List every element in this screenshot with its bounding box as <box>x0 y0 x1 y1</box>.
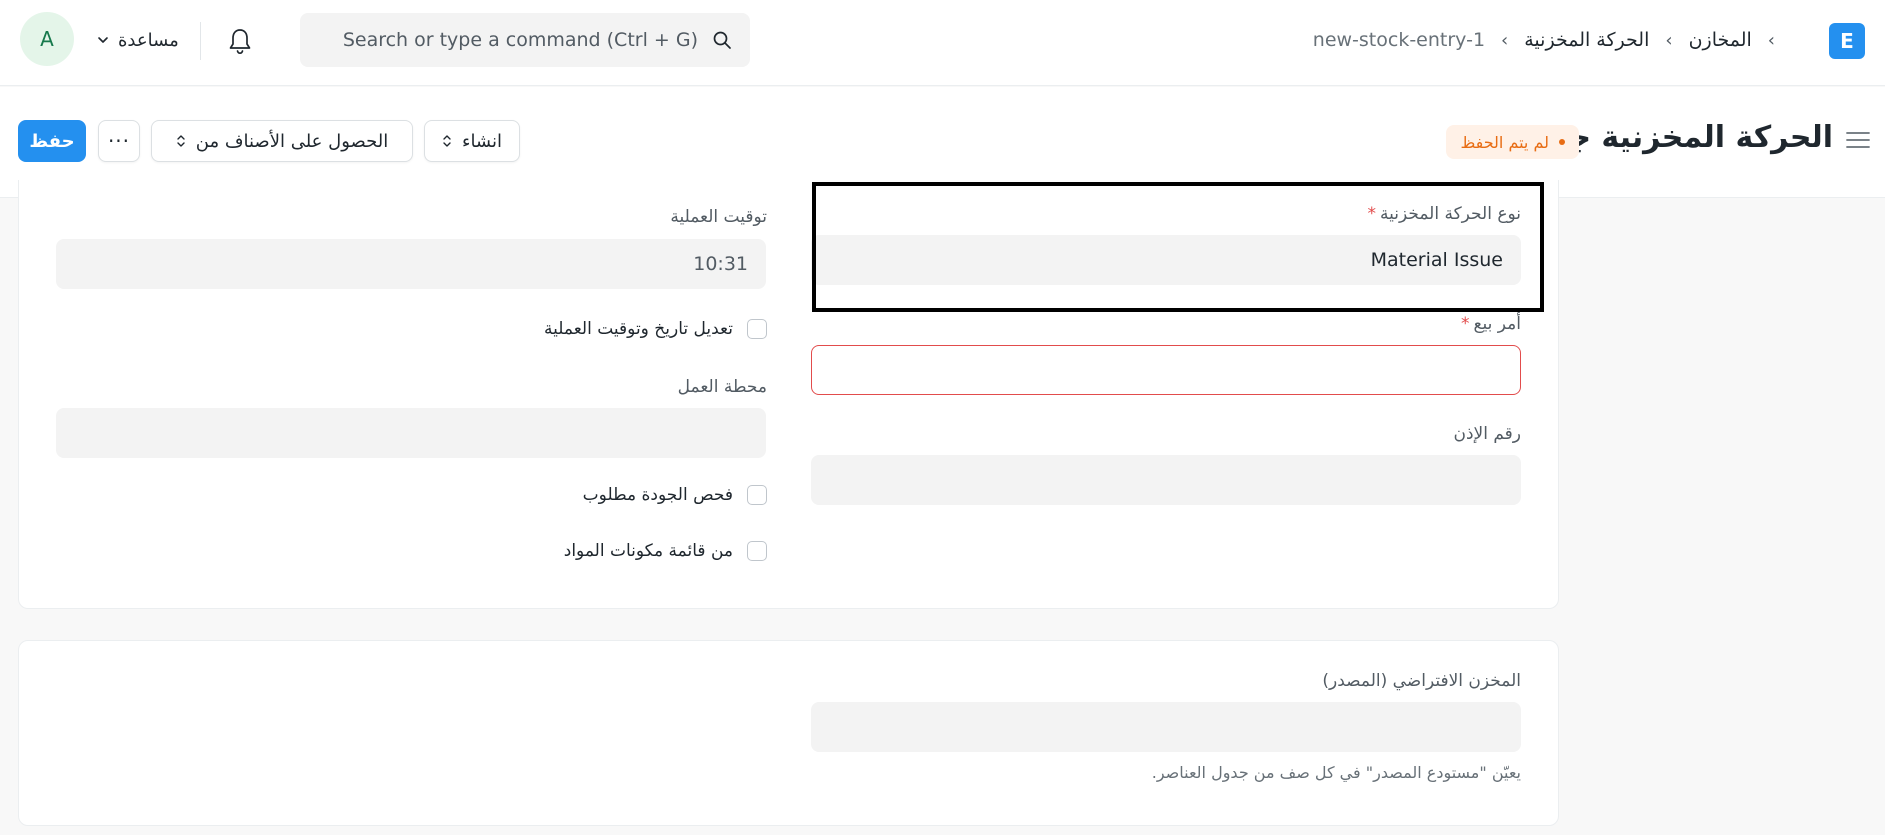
breadcrumb: › المخازن › الحركة المخزنية › new-stock-… <box>1313 22 1775 58</box>
sidebar-toggle[interactable] <box>1845 129 1871 151</box>
avatar[interactable]: A <box>20 12 74 66</box>
edit-posting-checkbox[interactable]: تعديل تاريخ وتوقيت العملية <box>544 319 767 339</box>
search-input[interactable]: Search or type a command (Ctrl + G) <box>343 29 698 51</box>
help-dropdown[interactable]: مساعدة <box>96 24 179 56</box>
stock-entry-type-field[interactable]: Material Issue <box>811 235 1521 285</box>
create-label: انشاء <box>461 130 503 152</box>
checkbox[interactable] <box>747 541 767 561</box>
awesomebar-search[interactable]: Search or type a command (Ctrl + G) <box>300 13 750 67</box>
inspection-required-checkbox[interactable]: فحص الجودة مطلوب <box>583 485 767 505</box>
updown-icon <box>443 135 451 147</box>
breadcrumb-separator: › <box>1501 29 1509 51</box>
updown-icon <box>177 135 185 147</box>
default-source-warehouse-label: المخزن الافتراضي (المصدر) <box>1322 671 1521 691</box>
breadcrumb-stock[interactable]: المخازن <box>1689 29 1752 51</box>
checkbox[interactable] <box>747 319 767 339</box>
chevron-down-icon <box>98 37 108 43</box>
create-button[interactable]: انشاء <box>424 120 520 162</box>
workstation-field[interactable] <box>56 408 766 458</box>
breadcrumb-current-doc[interactable]: new-stock-entry-1 <box>1313 29 1485 51</box>
edit-posting-label: تعديل تاريخ وتوقيت العملية <box>544 319 733 339</box>
get-items-from-button[interactable]: الحصول على الأصناف من <box>151 120 413 162</box>
workstation-label: محطة العمل <box>677 377 767 397</box>
bell-icon <box>229 29 251 55</box>
sales-order-label: أمر بيع* <box>1460 314 1521 334</box>
permit-no-field[interactable] <box>811 455 1521 505</box>
from-bom-checkbox[interactable]: من قائمة مكونات المواد <box>564 541 767 561</box>
status-badge: لم يتم الحفظ <box>1446 125 1579 159</box>
inspection-required-label: فحص الجودة مطلوب <box>582 485 733 505</box>
notifications-button[interactable] <box>226 26 254 56</box>
hamburger-icon <box>1846 132 1870 148</box>
posting-time-label: توقيت العملية <box>670 207 767 227</box>
navbar: A مساعدة Search or type a command (Ctrl … <box>0 0 1885 86</box>
default-source-warehouse-field[interactable] <box>811 702 1521 752</box>
stock-entry-type-label: نوع الحركة المخزنية* <box>1367 204 1522 224</box>
status-dot <box>1559 139 1565 145</box>
search-icon <box>713 31 731 49</box>
navbar-divider <box>200 22 201 60</box>
breadcrumb-separator: › <box>1767 29 1775 51</box>
breadcrumb-stock-entry[interactable]: الحركة المخزنية <box>1524 29 1649 51</box>
get-items-label: الحصول على الأصناف من <box>195 130 389 152</box>
help-label: مساعدة <box>118 29 179 51</box>
default-source-warehouse-help: يعيّن "مستودع المصدر" في كل صف من جدول ا… <box>1151 763 1521 782</box>
app-logo-icon[interactable]: E <box>1829 23 1865 59</box>
checkbox[interactable] <box>747 485 767 505</box>
save-button[interactable]: حفظ <box>18 120 86 162</box>
more-actions-button[interactable]: ··· <box>98 120 140 162</box>
from-bom-label: من قائمة مكونات المواد <box>563 541 733 561</box>
breadcrumb-separator: › <box>1665 29 1673 51</box>
status-label: لم يتم الحفظ <box>1460 132 1549 152</box>
sales-order-field[interactable] <box>811 345 1521 395</box>
posting-time-field[interactable]: 10:31 <box>56 239 766 289</box>
permit-no-label: رقم الإذن <box>1453 424 1521 444</box>
